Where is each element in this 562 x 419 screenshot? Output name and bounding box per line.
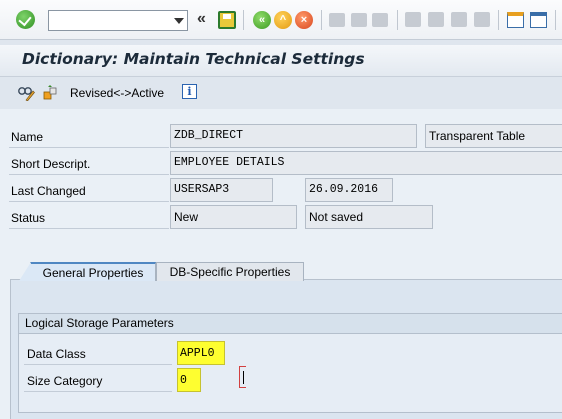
activate-icon[interactable] bbox=[42, 85, 58, 101]
last-page-icon[interactable] bbox=[474, 12, 490, 27]
collapse-icon[interactable]: « bbox=[197, 9, 211, 29]
page-title: Dictionary: Maintain Technical Settings bbox=[22, 50, 365, 68]
previous-page-icon[interactable] bbox=[428, 12, 444, 27]
data-class-input[interactable] bbox=[177, 341, 225, 365]
short-description-field[interactable]: EMPLOYEE DETAILS bbox=[170, 151, 562, 175]
find-icon[interactable] bbox=[351, 13, 367, 27]
save-state-field[interactable]: Not saved bbox=[305, 205, 433, 229]
text-cursor bbox=[243, 371, 244, 384]
short-description-label: Short Descript. bbox=[9, 153, 169, 175]
revised-active-button[interactable]: Revised<->Active bbox=[66, 84, 168, 102]
size-category-input[interactable] bbox=[177, 368, 201, 392]
back-icon[interactable]: « bbox=[253, 11, 271, 29]
print-icon[interactable] bbox=[329, 13, 345, 27]
toolbar-separator bbox=[243, 10, 244, 30]
tab-general-properties[interactable]: General Properties bbox=[19, 262, 156, 281]
save-icon[interactable] bbox=[218, 11, 236, 29]
toolbar-separator bbox=[321, 10, 322, 30]
toolbar-separator bbox=[555, 10, 556, 30]
next-page-icon[interactable] bbox=[451, 12, 467, 27]
command-input[interactable] bbox=[51, 12, 169, 29]
last-changed-label: Last Changed bbox=[9, 180, 169, 202]
group-title: Logical Storage Parameters bbox=[25, 316, 174, 330]
toolbar-separator bbox=[397, 10, 398, 30]
ok-icon[interactable] bbox=[16, 10, 35, 29]
status-field[interactable]: New bbox=[170, 205, 297, 229]
table-type-field[interactable]: Transparent Table bbox=[425, 124, 562, 148]
title-bar: Dictionary: Maintain Technical Settings bbox=[0, 45, 562, 77]
cancel-icon[interactable]: × bbox=[295, 11, 313, 29]
last-changed-user-field[interactable]: USERSAP3 bbox=[170, 178, 273, 202]
size-category-label: Size Category bbox=[24, 370, 172, 392]
group-title-bar: Logical Storage Parameters bbox=[19, 314, 562, 334]
application-toolbar: Revised<->Active i bbox=[0, 78, 562, 108]
command-field[interactable] bbox=[48, 10, 188, 31]
first-page-icon[interactable] bbox=[405, 12, 421, 27]
shortcut-icon[interactable] bbox=[530, 12, 547, 28]
status-label: Status bbox=[9, 207, 169, 229]
display-change-icon[interactable] bbox=[17, 85, 35, 101]
last-changed-date-field[interactable]: 26.09.2016 bbox=[305, 178, 393, 202]
create-session-icon[interactable] bbox=[507, 12, 524, 28]
tab-db-specific-properties[interactable]: DB-Specific Properties bbox=[156, 262, 304, 281]
info-icon[interactable]: i bbox=[182, 84, 197, 99]
toolbar-separator bbox=[498, 10, 499, 30]
standard-toolbar: « « ^ × bbox=[0, 0, 562, 40]
name-field[interactable]: ZDB_DIRECT bbox=[170, 124, 417, 148]
dropdown-icon[interactable] bbox=[174, 18, 184, 24]
find-next-icon[interactable] bbox=[372, 13, 388, 27]
exit-icon[interactable]: ^ bbox=[274, 11, 292, 29]
name-label: Name bbox=[9, 126, 169, 148]
data-class-label: Data Class bbox=[24, 343, 172, 365]
